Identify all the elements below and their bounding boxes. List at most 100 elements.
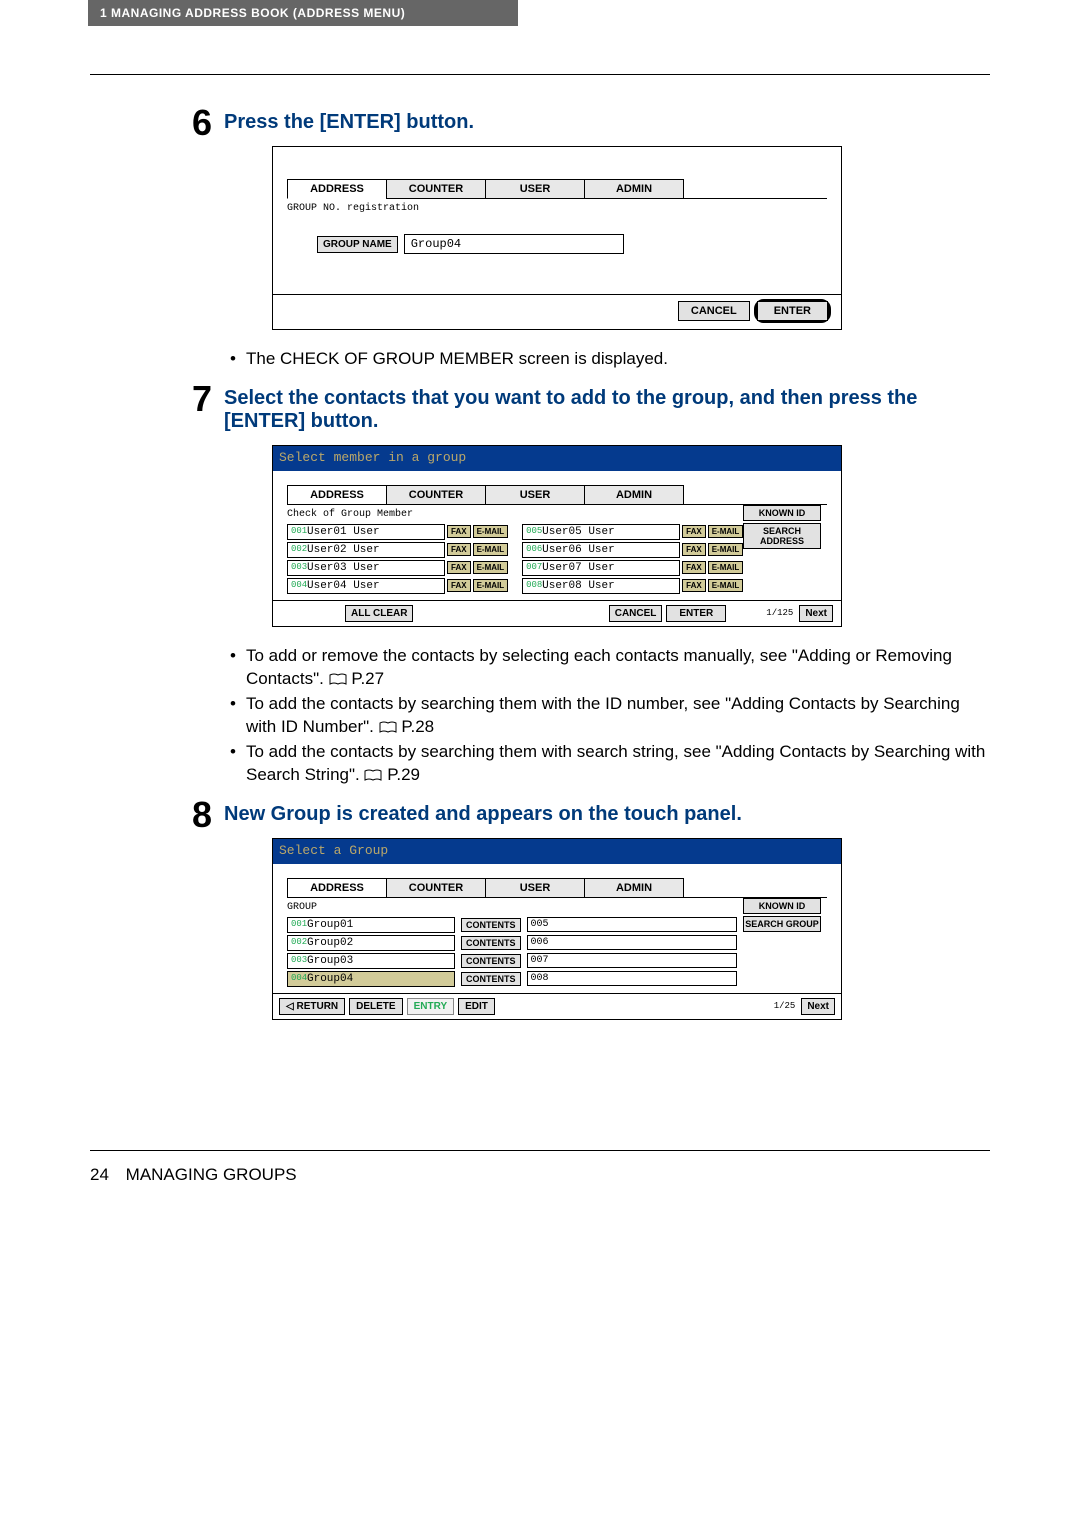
step-7-bullet-3: To add the contacts by searching them wi…	[230, 741, 990, 787]
book-icon	[329, 673, 347, 685]
step-8-number: 8	[180, 797, 212, 1030]
step-6: 6 Press the [ENTER] button. ADDRESS COUN…	[180, 105, 990, 340]
pager: 1/25	[774, 1001, 796, 1011]
screen3-title: Select a Group	[273, 839, 841, 864]
group-name[interactable]: 003Group03	[287, 953, 455, 969]
next-button[interactable]: Next	[799, 605, 833, 622]
contents-button[interactable]: CONTENTS	[461, 954, 521, 968]
pager: 1/125	[766, 608, 793, 618]
member-name[interactable]: 005User05 User	[522, 524, 680, 540]
email-button[interactable]: E-MAIL	[708, 579, 744, 592]
step-8-title: New Group is created and appears on the …	[224, 803, 990, 826]
group-name[interactable]: 004Group04	[287, 971, 455, 987]
contents-button[interactable]: CONTENTS	[461, 918, 521, 932]
tab-address[interactable]: ADDRESS	[287, 179, 387, 199]
tab-user[interactable]: USER	[485, 179, 585, 199]
header-rule	[90, 74, 990, 75]
group-slot[interactable]: 006	[527, 935, 737, 950]
screen-group-registration: ADDRESS COUNTER USER ADMIN GROUP NO. reg…	[272, 146, 842, 330]
step-7: 7 Select the contacts that you want to a…	[180, 381, 990, 637]
group-slot[interactable]: 008	[527, 971, 737, 986]
entry-button[interactable]: ENTRY	[407, 998, 455, 1015]
search-group-button[interactable]: SEARCH GROUP	[743, 916, 821, 932]
book-icon	[379, 721, 397, 733]
page-number: 24	[90, 1165, 109, 1184]
group-row: 004Group04 CONTENTS 008	[287, 971, 827, 987]
step-7-title: Select the contacts that you want to add…	[224, 387, 990, 433]
member-name[interactable]: 003User03 User	[287, 560, 445, 576]
member-name[interactable]: 008User08 User	[522, 578, 680, 594]
fax-button[interactable]: FAX	[682, 579, 706, 592]
member-name[interactable]: 001User01 User	[287, 524, 445, 540]
member-name[interactable]: 006User06 User	[522, 542, 680, 558]
member-name[interactable]: 004User04 User	[287, 578, 445, 594]
footer-title: MANAGING GROUPS	[126, 1165, 297, 1184]
step-7-bullet-1: To add or remove the contacts by selecti…	[230, 645, 990, 691]
email-button[interactable]: E-MAIL	[708, 543, 744, 556]
fax-button[interactable]: FAX	[447, 561, 471, 574]
fax-button[interactable]: FAX	[682, 543, 706, 556]
fax-button[interactable]: FAX	[682, 525, 706, 538]
tab-address[interactable]: ADDRESS	[287, 485, 387, 505]
edit-button[interactable]: EDIT	[458, 998, 495, 1015]
fax-button[interactable]: FAX	[447, 525, 471, 538]
all-clear-button[interactable]: ALL CLEAR	[345, 605, 413, 622]
member-name[interactable]: 002User02 User	[287, 542, 445, 558]
step-6-title: Press the [ENTER] button.	[224, 111, 990, 134]
tab-counter[interactable]: COUNTER	[386, 878, 486, 898]
cancel-button[interactable]: CANCEL	[678, 301, 750, 321]
screen-select-group: Select a Group ADDRESS COUNTER USER ADMI…	[272, 838, 842, 1020]
contents-button[interactable]: CONTENTS	[461, 972, 521, 986]
group-name-field[interactable]: Group04	[404, 234, 624, 254]
tab-counter[interactable]: COUNTER	[386, 485, 486, 505]
fax-button[interactable]: FAX	[682, 561, 706, 574]
enter-highlight: ENTER	[754, 299, 831, 323]
group-row: 002Group02 CONTENTS 006	[287, 935, 827, 951]
enter-button[interactable]: ENTER	[757, 301, 828, 321]
step-7-bullet-2: To add the contacts by searching them wi…	[230, 693, 990, 739]
tab-admin[interactable]: ADMIN	[584, 179, 684, 199]
group-name[interactable]: 002Group02	[287, 935, 455, 951]
step-7-number: 7	[180, 381, 212, 637]
tab-admin[interactable]: ADMIN	[584, 878, 684, 898]
next-button[interactable]: Next	[801, 998, 835, 1015]
tab-counter[interactable]: COUNTER	[386, 179, 486, 199]
step-6-bullet: The CHECK OF GROUP MEMBER screen is disp…	[230, 348, 990, 371]
tab-user[interactable]: USER	[485, 878, 585, 898]
known-id-button[interactable]: KNOWN ID	[743, 898, 821, 914]
email-button[interactable]: E-MAIL	[473, 561, 509, 574]
group-name[interactable]: 001Group01	[287, 917, 455, 933]
contents-button[interactable]: CONTENTS	[461, 936, 521, 950]
email-button[interactable]: E-MAIL	[708, 525, 744, 538]
member-row: 003User03 UserFAXE-MAIL007User07 UserFAX…	[287, 560, 827, 576]
cancel-button[interactable]: CANCEL	[609, 605, 663, 622]
email-button[interactable]: E-MAIL	[473, 525, 509, 538]
group-row: 003Group03 CONTENTS 007	[287, 953, 827, 969]
book-icon	[364, 769, 382, 781]
header-breadcrumb: 1 MANAGING ADDRESS BOOK (ADDRESS MENU)	[88, 0, 518, 26]
email-button[interactable]: E-MAIL	[473, 579, 509, 592]
screen-check-group-member: Select member in a group ADDRESS COUNTER…	[272, 445, 842, 627]
tab-address[interactable]: ADDRESS	[287, 878, 387, 898]
member-name[interactable]: 007User07 User	[522, 560, 680, 576]
email-button[interactable]: E-MAIL	[473, 543, 509, 556]
search-address-button[interactable]: SEARCH ADDRESS	[743, 523, 821, 549]
member-row: 004User04 UserFAXE-MAIL008User08 UserFAX…	[287, 578, 827, 594]
step-6-number: 6	[180, 105, 212, 340]
fax-button[interactable]: FAX	[447, 543, 471, 556]
tabs: ADDRESS COUNTER USER ADMIN	[287, 179, 827, 199]
return-button[interactable]: ◁ RETURN	[279, 998, 345, 1015]
known-id-button[interactable]: KNOWN ID	[743, 505, 821, 521]
fax-button[interactable]: FAX	[447, 579, 471, 592]
tab-user[interactable]: USER	[485, 485, 585, 505]
email-button[interactable]: E-MAIL	[708, 561, 744, 574]
enter-button[interactable]: ENTER	[666, 605, 726, 622]
group-slot[interactable]: 005	[527, 917, 737, 932]
tab-admin[interactable]: ADMIN	[584, 485, 684, 505]
group-slot[interactable]: 007	[527, 953, 737, 968]
step-8: 8 New Group is created and appears on th…	[180, 797, 990, 1030]
page-footer: 24 MANAGING GROUPS	[90, 1165, 990, 1185]
screen2-title: Select member in a group	[273, 446, 841, 471]
group-name-button[interactable]: GROUP NAME	[317, 236, 398, 253]
delete-button[interactable]: DELETE	[349, 998, 402, 1015]
